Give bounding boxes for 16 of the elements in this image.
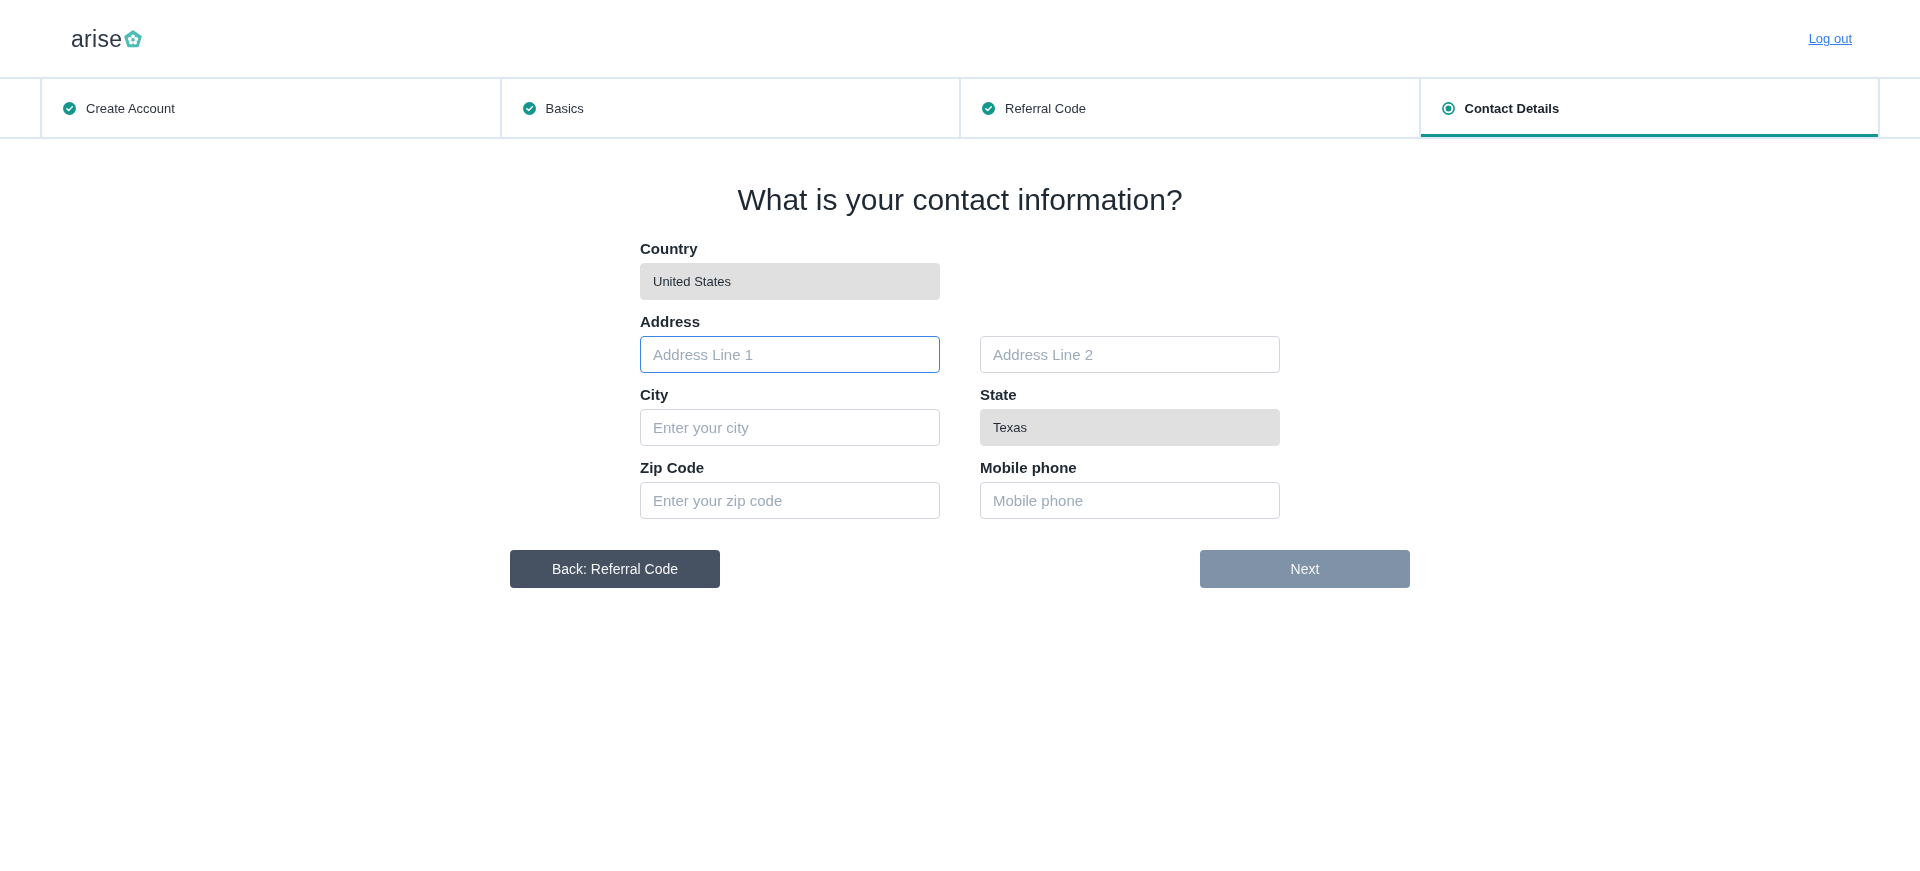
back-button[interactable]: Back: Referral Code (510, 550, 720, 588)
step-tab[interactable]: Basics (499, 79, 959, 137)
field-label: City (640, 385, 670, 405)
logout-link[interactable]: Log out (1808, 31, 1852, 46)
page-title: What is your contact information? (737, 182, 1183, 218)
step-tab[interactable]: Contact Details (1418, 79, 1880, 137)
field-label: Address (640, 312, 702, 332)
step-tab[interactable]: Referral Code (959, 79, 1419, 137)
logo-icon (124, 29, 143, 48)
field-label: Zip Code (640, 458, 706, 478)
step-tab[interactable]: Create Account (40, 79, 500, 137)
field-label: Mobile phone (980, 458, 1078, 478)
logo-text: arise (71, 25, 123, 52)
field-label: Country (640, 239, 699, 259)
input-field[interactable]: Address Line 1 (640, 336, 940, 373)
field-label: State (980, 385, 1018, 405)
